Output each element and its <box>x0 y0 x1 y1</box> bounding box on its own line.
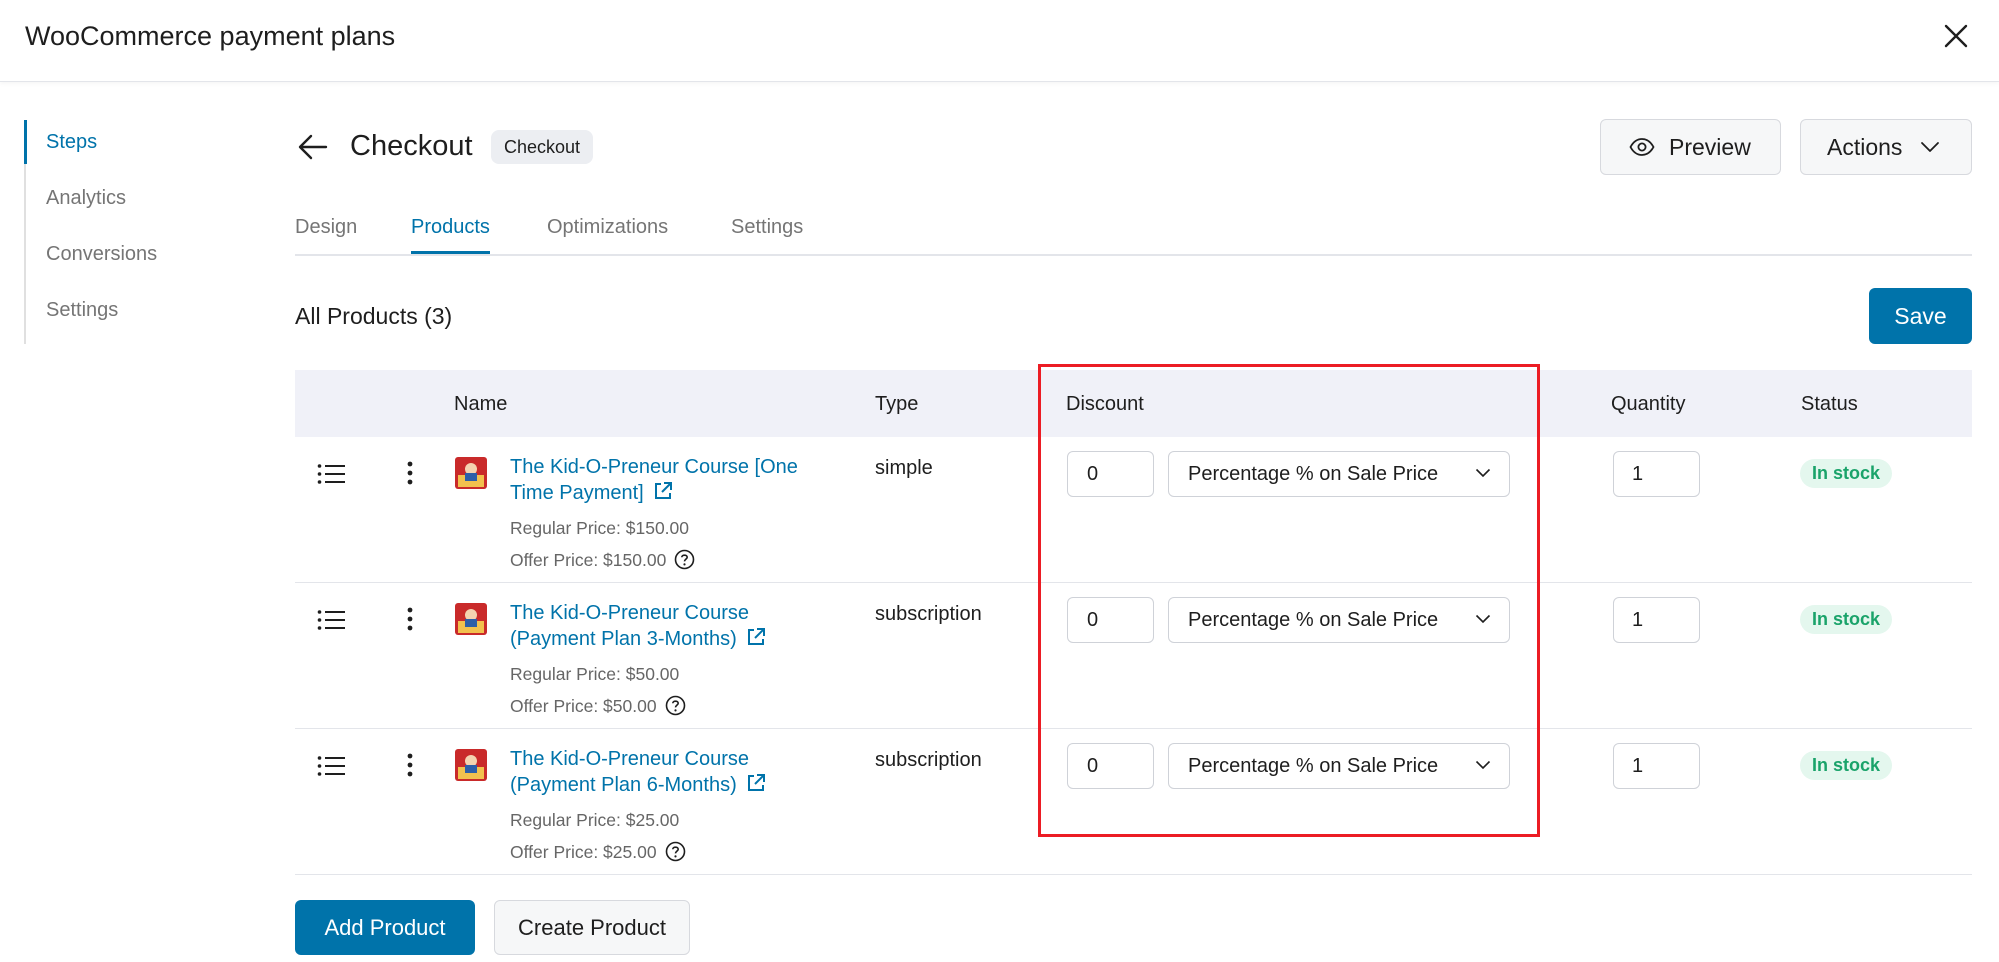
question-circle-icon[interactable] <box>665 841 686 862</box>
quantity-input[interactable]: 1 <box>1613 743 1700 789</box>
table-row: The Kid-O-Preneur Course (Payment Plan 3… <box>295 583 1972 729</box>
product-thumbnail <box>455 457 487 489</box>
offer-price-line: Offer Price: $25.00 <box>510 841 686 863</box>
column-header-type: Type <box>875 393 919 415</box>
product-type: subscription <box>875 603 982 625</box>
table-row: The Kid-O-Preneur Course (Payment Plan 6… <box>295 729 1972 875</box>
discount-type-select[interactable]: Percentage % on Sale Price <box>1168 451 1510 497</box>
discount-input[interactable]: 0 <box>1067 451 1154 497</box>
product-name-link[interactable]: The Kid-O-Preneur Course [One Time Payme… <box>510 455 830 506</box>
regular-price: Regular Price: $150.00 <box>510 518 689 538</box>
offer-price-line: Offer Price: $150.00 <box>510 549 695 571</box>
sidebar-item-steps[interactable]: Steps <box>23 120 157 176</box>
step-type-badge: Checkout <box>491 130 594 164</box>
sidebar-nav: Steps Analytics Conversions Settings <box>23 120 157 344</box>
arrow-left-icon[interactable] <box>296 130 330 164</box>
external-link-icon[interactable] <box>745 626 767 648</box>
product-name: The Kid-O-Preneur Course (Payment Plan 3… <box>510 602 749 650</box>
sidebar-item-conversions[interactable]: Conversions <box>26 232 157 288</box>
tab-products[interactable]: Products <box>411 216 490 254</box>
offer-price: Offer Price: $25.00 <box>510 842 657 862</box>
actions-label: Actions <box>1827 133 1903 160</box>
discount-type-value: Percentage % on Sale Price <box>1188 609 1439 631</box>
actions-button[interactable]: Actions <box>1800 119 1972 175</box>
tab-settings[interactable]: Settings <box>731 216 803 251</box>
products-count-heading: All Products (3) <box>295 303 453 329</box>
sidebar-item-settings[interactable]: Settings <box>26 288 157 344</box>
chevron-down-icon <box>1475 760 1491 770</box>
tab-optimizations[interactable]: Optimizations <box>547 216 668 251</box>
column-header-quantity: Quantity <box>1611 393 1686 415</box>
list-icon[interactable] <box>317 755 345 777</box>
sidebar-item-analytics[interactable]: Analytics <box>26 176 157 232</box>
discount-input[interactable]: 0 <box>1067 743 1154 789</box>
offer-price-line: Offer Price: $50.00 <box>510 695 686 717</box>
tab-design[interactable]: Design <box>295 216 357 251</box>
add-product-button[interactable]: Add Product <box>295 900 475 955</box>
chevron-down-icon <box>1921 142 1940 152</box>
question-circle-icon[interactable] <box>674 549 695 570</box>
step-tabs: Design Products Optimizations Settings <box>295 210 1972 256</box>
create-product-button[interactable]: Create Product <box>494 900 690 955</box>
product-name-link[interactable]: The Kid-O-Preneur Course (Payment Plan 3… <box>510 601 830 652</box>
quantity-input[interactable]: 1 <box>1613 597 1700 643</box>
product-name: The Kid-O-Preneur Course (Payment Plan 6… <box>510 748 749 796</box>
column-header-status: Status <box>1801 393 1858 415</box>
offer-price: Offer Price: $50.00 <box>510 696 657 716</box>
vertical-dots-icon[interactable] <box>406 753 414 777</box>
product-name-link[interactable]: The Kid-O-Preneur Course (Payment Plan 6… <box>510 747 830 798</box>
chevron-down-icon <box>1475 468 1491 478</box>
status-badge: In stock <box>1800 459 1893 488</box>
column-header-name: Name <box>454 393 508 415</box>
vertical-dots-icon[interactable] <box>406 461 414 485</box>
external-link-icon[interactable] <box>652 480 674 502</box>
product-thumbnail <box>455 749 487 781</box>
list-icon[interactable] <box>317 463 345 485</box>
external-link-icon[interactable] <box>745 772 767 794</box>
discount-input[interactable]: 0 <box>1067 597 1154 643</box>
column-header-discount: Discount <box>1066 393 1144 415</box>
page-title: Checkout <box>350 130 473 162</box>
status-badge: In stock <box>1800 751 1893 780</box>
list-icon[interactable] <box>317 609 345 631</box>
window-title: WooCommerce payment plans <box>25 21 396 51</box>
table-header: Name Type Discount Quantity Status <box>295 370 1972 437</box>
discount-type-select[interactable]: Percentage % on Sale Price <box>1168 743 1510 789</box>
status-badge: In stock <box>1800 605 1893 634</box>
regular-price: Regular Price: $50.00 <box>510 664 680 684</box>
question-circle-icon[interactable] <box>665 695 686 716</box>
discount-type-value: Percentage % on Sale Price <box>1188 755 1439 777</box>
table-row: The Kid-O-Preneur Course [One Time Payme… <box>295 437 1972 583</box>
offer-price: Offer Price: $150.00 <box>510 550 667 570</box>
preview-label: Preview <box>1669 133 1751 160</box>
product-thumbnail <box>455 603 487 635</box>
quantity-input[interactable]: 1 <box>1613 451 1700 497</box>
discount-type-value: Percentage % on Sale Price <box>1188 463 1439 485</box>
eye-icon <box>1629 138 1655 156</box>
regular-price: Regular Price: $25.00 <box>510 810 680 830</box>
top-bar: WooCommerce payment plans <box>0 0 1999 82</box>
close-icon[interactable] <box>1936 16 1976 56</box>
preview-button[interactable]: Preview <box>1600 119 1781 175</box>
chevron-down-icon <box>1475 614 1491 624</box>
product-type: simple <box>875 457 933 479</box>
vertical-dots-icon[interactable] <box>406 607 414 631</box>
save-button[interactable]: Save <box>1869 288 1972 344</box>
discount-type-select[interactable]: Percentage % on Sale Price <box>1168 597 1510 643</box>
product-type: subscription <box>875 749 982 771</box>
